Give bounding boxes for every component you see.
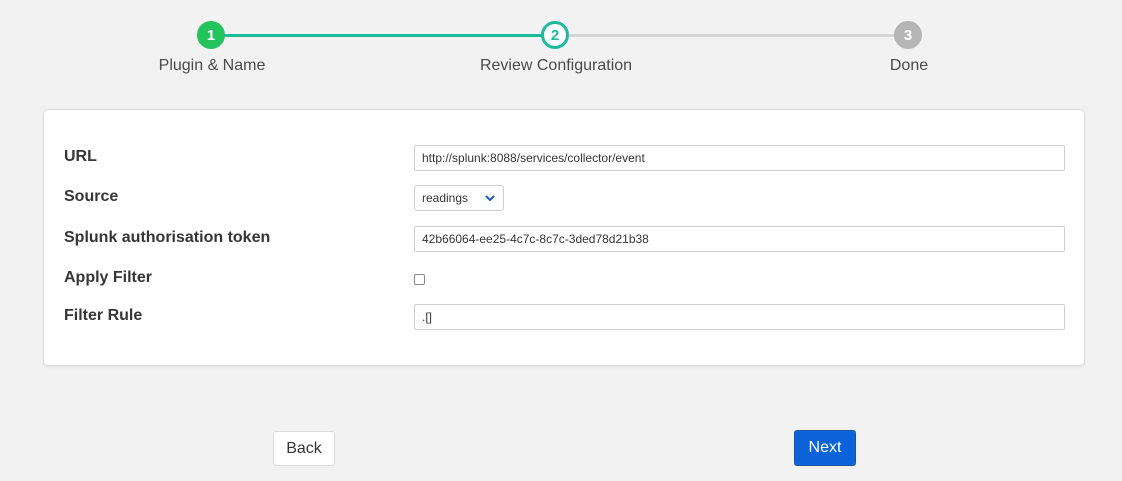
token-label: Splunk authorisation token: [64, 229, 271, 246]
step-2-indicator: 2: [541, 21, 569, 49]
chevron-down-icon: [485, 195, 495, 201]
url-input[interactable]: http://splunk:8088/services/collector/ev…: [414, 145, 1065, 171]
apply-filter-checkbox[interactable]: [414, 274, 425, 285]
url-row: URL http://splunk:8088/services/collecto…: [64, 145, 1065, 171]
token-row: Splunk authorisation token 42b66064-ee25…: [64, 226, 1065, 252]
progress-line-complete: [212, 34, 556, 37]
source-selected-value: readings: [422, 191, 469, 205]
wizard-stepper: 1 2 3 Plugin & Name Review Configuration…: [0, 0, 1122, 90]
token-input[interactable]: 42b66064-ee25-4c7c-8c7c-3ded78d21b38: [414, 226, 1065, 252]
step-3-indicator: 3: [894, 21, 922, 49]
filter-rule-row: Filter Rule .[]: [64, 304, 1065, 330]
back-button[interactable]: Back: [273, 431, 335, 466]
filter-rule-label: Filter Rule: [64, 307, 143, 324]
source-select[interactable]: readings: [414, 185, 504, 211]
apply-filter-row: Apply Filter: [64, 266, 1064, 292]
step-1-label: Plugin & Name: [158, 57, 266, 74]
step-2-label: Review Configuration: [479, 57, 633, 74]
filter-rule-input[interactable]: .[]: [414, 304, 1065, 330]
step-1-indicator: 1: [197, 21, 225, 49]
source-row: Source readings: [64, 185, 1064, 211]
configuration-card: URL http://splunk:8088/services/collecto…: [43, 109, 1085, 366]
url-label: URL: [64, 148, 97, 165]
source-label: Source: [64, 188, 119, 205]
apply-filter-label: Apply Filter: [64, 269, 153, 286]
progress-line-pending: [556, 34, 908, 37]
next-button[interactable]: Next: [794, 430, 856, 466]
step-3-label: Done: [889, 57, 929, 74]
